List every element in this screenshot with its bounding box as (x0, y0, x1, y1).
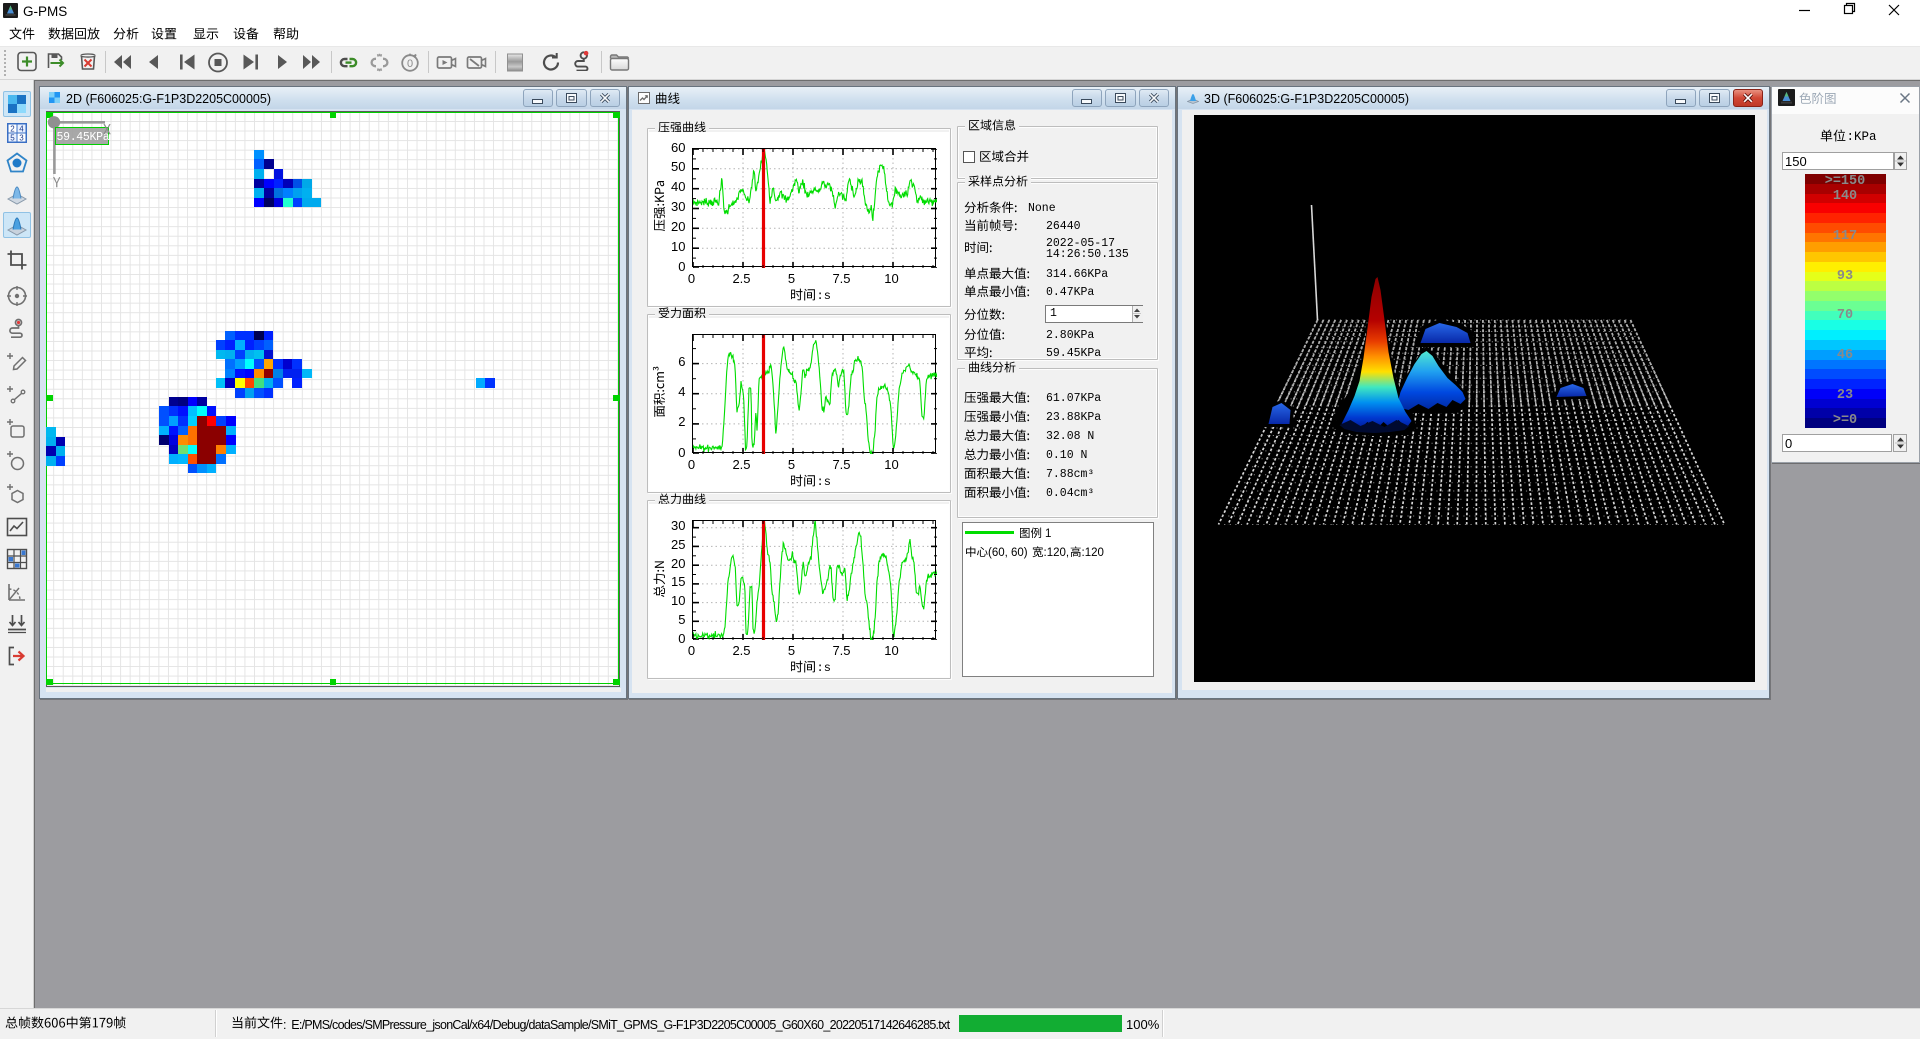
svg-text:0: 0 (407, 58, 413, 70)
svg-text:3: 3 (19, 134, 24, 143)
svg-text:5: 5 (10, 134, 15, 143)
svg-text:2: 2 (10, 125, 15, 134)
svg-text:4: 4 (19, 125, 24, 134)
